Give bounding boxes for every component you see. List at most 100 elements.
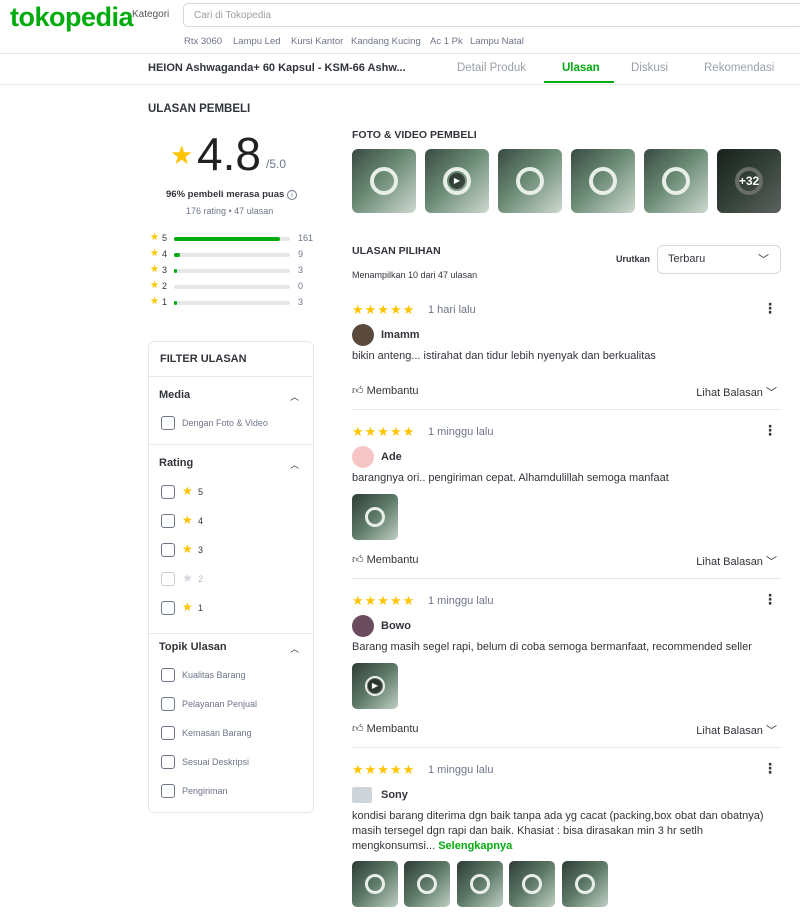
kategori-menu[interactable]: Kategori: [132, 9, 169, 20]
keyword-link[interactable]: Ac 1 Pk: [430, 36, 463, 47]
satisfaction-text: 96% pembeli merasa puas i: [166, 189, 297, 200]
avatar: [352, 787, 372, 803]
more-media-count: +32: [717, 149, 781, 213]
review-stars: ★★★★★: [352, 762, 416, 777]
review-date: 1 minggu lalu: [428, 426, 494, 438]
star-icon: ★: [182, 571, 193, 585]
checkbox-topik[interactable]: [161, 726, 175, 740]
media-heading: FOTO & VIDEO PEMBELI: [352, 129, 477, 141]
thumbs-up-icon: 👍︎: [352, 554, 364, 566]
rating-bar-row: ★ 4 9: [150, 248, 320, 260]
review-video[interactable]: ▶: [352, 663, 398, 709]
search-input[interactable]: Cari di Tokopedia: [183, 3, 800, 27]
view-replies-button[interactable]: Lihat Balasan ﹀: [696, 553, 777, 569]
rating-scale: /5.0: [266, 157, 287, 171]
reviewer-name[interactable]: Sony: [381, 789, 408, 801]
more-options-icon[interactable]: ⋮: [763, 422, 777, 439]
star-level: 1: [162, 297, 168, 307]
chevron-up-icon[interactable]: ︿: [290, 390, 299, 403]
more-options-icon[interactable]: ⋮: [763, 591, 777, 608]
filter-panel: FILTER ULASAN Media ︿ Dengan Foto & Vide…: [148, 341, 314, 813]
view-replies-button[interactable]: Lihat Balasan ﹀: [696, 384, 777, 400]
star-icon: ★: [182, 484, 193, 498]
rating-bar-row: ★ 5 161: [150, 232, 320, 244]
keyword-link[interactable]: Lampu Led: [233, 36, 281, 47]
tokopedia-logo[interactable]: tokopedia: [10, 2, 134, 33]
helpful-button[interactable]: 👍︎ Membantu: [352, 722, 419, 735]
rating-bar: [174, 301, 290, 305]
review-stars: ★★★★★: [352, 593, 416, 608]
review-text: Barang masih segel rapi, belum di coba s…: [352, 641, 752, 653]
review-photo[interactable]: [562, 861, 608, 907]
read-more-link[interactable]: Selengkapnya: [438, 840, 512, 852]
chevron-up-icon[interactable]: ︿: [290, 642, 299, 655]
rating-bar-fill: [174, 269, 178, 273]
checkbox-topik[interactable]: [161, 697, 175, 711]
tab-diskusi[interactable]: Diskusi: [631, 62, 668, 74]
avatar: [352, 615, 374, 637]
more-options-icon[interactable]: ⋮: [763, 760, 777, 777]
review-photo[interactable]: [352, 861, 398, 907]
review-photo[interactable]: [457, 861, 503, 907]
chevron-down-icon: ﹀: [758, 254, 769, 266]
keyword-link[interactable]: Rtx 3060: [184, 36, 222, 47]
checkbox-rating-3[interactable]: [161, 543, 175, 557]
star-count: 161: [298, 233, 314, 243]
tab-detail-produk[interactable]: Detail Produk: [457, 62, 526, 74]
tab-rekomendasi[interactable]: Rekomendasi: [704, 62, 774, 74]
filter-option-label: Pelayanan Penjual: [182, 699, 258, 709]
buyer-media-thumbnail[interactable]: [352, 149, 416, 213]
star-count: 3: [298, 297, 304, 307]
play-icon: ▶: [449, 173, 465, 189]
reviewer-name[interactable]: Ade: [381, 451, 402, 463]
checkbox-rating-2[interactable]: [161, 572, 175, 586]
review-photo[interactable]: [404, 861, 450, 907]
checkbox-rating-4[interactable]: [161, 514, 175, 528]
view-replies-button[interactable]: Lihat Balasan ﹀: [696, 722, 777, 738]
average-rating: 4.8: [197, 128, 261, 180]
star-icon: ★: [182, 542, 193, 556]
thumbs-up-icon: 👍︎: [352, 723, 364, 735]
filter-rating-label[interactable]: Rating: [159, 457, 193, 469]
info-icon[interactable]: i: [286, 190, 297, 200]
filter-option-label: Kemasan Barang: [182, 728, 252, 738]
rating-bar: [174, 269, 290, 273]
tab-ulasan[interactable]: Ulasan: [562, 62, 600, 74]
more-media-button[interactable]: +32: [717, 149, 781, 213]
chevron-down-icon: ﹀: [766, 556, 777, 568]
review-date: 1 minggu lalu: [428, 595, 494, 607]
reviewer-name[interactable]: Imamm: [381, 329, 420, 341]
helpful-button[interactable]: 👍︎ Membantu: [352, 553, 419, 566]
active-tab-indicator: [544, 81, 614, 83]
filter-topik-label[interactable]: Topik Ulasan: [159, 641, 227, 653]
rating-bar-fill: [174, 237, 281, 241]
star-level: 4: [162, 249, 168, 259]
buyer-media-thumbnail[interactable]: ▶: [425, 149, 489, 213]
keyword-link[interactable]: Kursi Kantor: [291, 36, 343, 47]
review-photo[interactable]: [509, 861, 555, 907]
reviewer-name[interactable]: Bowo: [381, 620, 411, 632]
checkbox-topik[interactable]: [161, 755, 175, 769]
buyer-media-thumbnail[interactable]: [571, 149, 635, 213]
filter-media-label[interactable]: Media: [159, 389, 190, 401]
checkbox-topik[interactable]: [161, 784, 175, 798]
filter-option-label: 4: [198, 516, 204, 526]
checkbox-topik[interactable]: [161, 668, 175, 682]
rating-bar: [174, 253, 290, 257]
checkbox-rating-5[interactable]: [161, 485, 175, 499]
keyword-link[interactable]: Kandang Kucing: [351, 36, 421, 47]
review-text: bikin anteng... istirahat dan tidur lebi…: [352, 350, 656, 362]
checkbox-rating-1[interactable]: [161, 601, 175, 615]
review-photo[interactable]: [352, 494, 398, 540]
checkbox-foto-video[interactable]: [161, 416, 175, 430]
filter-option-label: Sesuai Deskripsi: [182, 757, 250, 767]
sort-select[interactable]: Terbaru ﹀: [657, 245, 781, 274]
helpful-button[interactable]: 👍︎ Membantu: [352, 384, 419, 397]
divider: [352, 578, 781, 579]
more-options-icon[interactable]: ⋮: [763, 300, 777, 317]
star-icon: ★: [182, 513, 193, 527]
buyer-media-thumbnail[interactable]: [644, 149, 708, 213]
chevron-up-icon[interactable]: ︿: [290, 458, 299, 471]
buyer-media-thumbnail[interactable]: [498, 149, 562, 213]
keyword-link[interactable]: Lampu Natal: [470, 36, 524, 47]
